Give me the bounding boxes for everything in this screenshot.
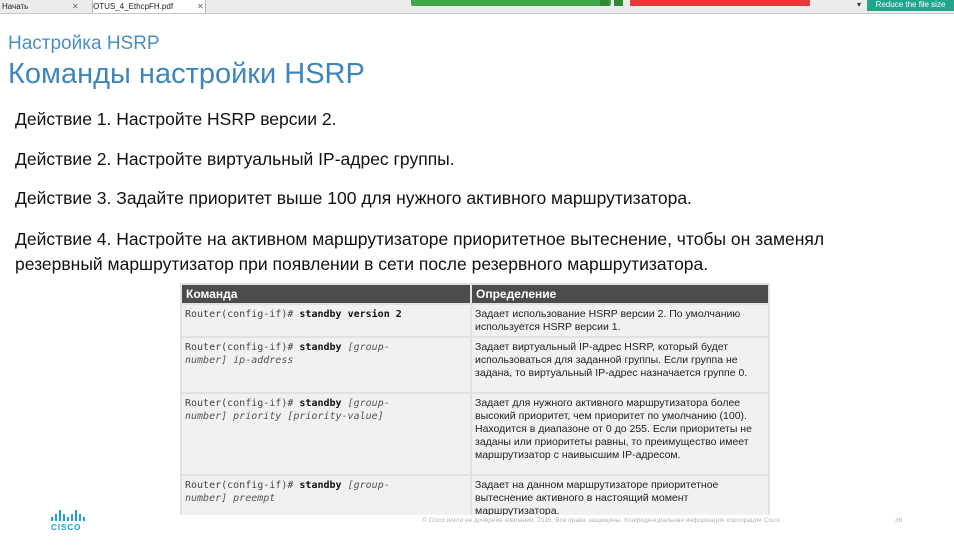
command-cell: Router(config-if)# standby [group- numbe… — [182, 476, 470, 515]
cli-command: standby — [299, 342, 342, 353]
step-text: Действие 2. Настройте виртуальный IP-адр… — [15, 149, 455, 169]
column-header-command: Команда — [182, 285, 470, 303]
description-cell: Задает использование HSRP версии 2. По у… — [472, 305, 768, 336]
copyright-footer: © Cisco и/или ее дочерние компании, 2016… — [422, 517, 780, 524]
slide-title: Команды настройки HSRP — [8, 58, 365, 90]
cli-prompt: Router(config-if)# — [185, 309, 294, 320]
description-cell: Задает на данном маршрутизаторе приорите… — [472, 476, 768, 515]
cisco-logo-text: CISCO — [51, 523, 82, 532]
cli-command: standby — [299, 398, 342, 409]
slide-subtitle: Настройка HSRP — [8, 33, 160, 54]
close-icon[interactable]: ✕ — [72, 0, 79, 13]
bar-square-icon[interactable] — [600, 0, 609, 6]
cli-prompt: Router(config-if)# — [185, 480, 294, 491]
table-row: Router(config-if)# standby version 2 Зад… — [182, 305, 768, 336]
cli-args: number] ip-address — [185, 355, 294, 366]
tab-start-label: Начать — [2, 2, 29, 11]
tab-doc-label: OTUS_4_EthcpFH.pdf — [93, 2, 174, 11]
description-cell: Задает виртуальный IP-адрес HSRP, которы… — [472, 338, 768, 392]
browser-tab-strip: Начать ✕ OTUS_4_EthcpFH.pdf ✕ ▾ Reduce t… — [0, 0, 954, 14]
notification-bar[interactable] — [411, 0, 611, 6]
cisco-logo: CISCO — [51, 509, 87, 533]
tab-start[interactable]: Начать ✕ — [2, 0, 79, 13]
cli-prompt: Router(config-if)# — [185, 342, 294, 353]
command-cell: Router(config-if)# standby version 2 — [182, 305, 470, 336]
dropdown-arrow-icon[interactable]: ▾ — [857, 0, 861, 10]
cli-prompt: Router(config-if)# — [185, 398, 294, 409]
column-header-definition: Определение — [472, 285, 768, 303]
table-header-row: Команда Определение — [182, 285, 768, 303]
command-cell: Router(config-if)# standby [group- numbe… — [182, 338, 470, 392]
step-text: Действие 3. Задайте приоритет выше 100 д… — [15, 188, 692, 208]
cisco-bars-icon — [51, 509, 87, 521]
reduce-file-size-button[interactable]: Reduce the file size — [867, 0, 954, 11]
cli-command: standby version 2 — [299, 309, 402, 320]
table-row: Router(config-if)# standby [group- numbe… — [182, 476, 768, 515]
step-text: резервный маршрутизатор при появлении в … — [15, 254, 709, 274]
cli-command: standby — [299, 480, 342, 491]
command-table: Команда Определение Router(config-if)# s… — [180, 283, 770, 515]
cli-args: number] preempt — [185, 493, 276, 504]
tab-pdf-document[interactable]: OTUS_4_EthcpFH.pdf ✕ — [92, 0, 206, 13]
table-row: Router(config-if)# standby [group- numbe… — [182, 338, 768, 392]
description-cell: Задает для нужного активного маршрутизат… — [472, 394, 768, 474]
cli-args: [group- — [347, 398, 390, 409]
step-text: Действие 1. Настройте HSRP версии 2. — [15, 109, 337, 129]
cli-args: [group- — [347, 342, 390, 353]
close-icon[interactable]: ✕ — [197, 0, 204, 13]
alert-bar[interactable] — [630, 0, 810, 6]
cli-args: [group- — [347, 480, 390, 491]
table-row: Router(config-if)# standby [group- numbe… — [182, 394, 768, 474]
page-number: 36 — [895, 517, 903, 524]
command-cell: Router(config-if)# standby [group- numbe… — [182, 394, 470, 474]
bar-square-icon[interactable] — [614, 0, 623, 6]
cli-args: number] priority [priority-value] — [185, 411, 384, 422]
step-text: Действие 4. Настройте на активном маршру… — [15, 229, 825, 249]
